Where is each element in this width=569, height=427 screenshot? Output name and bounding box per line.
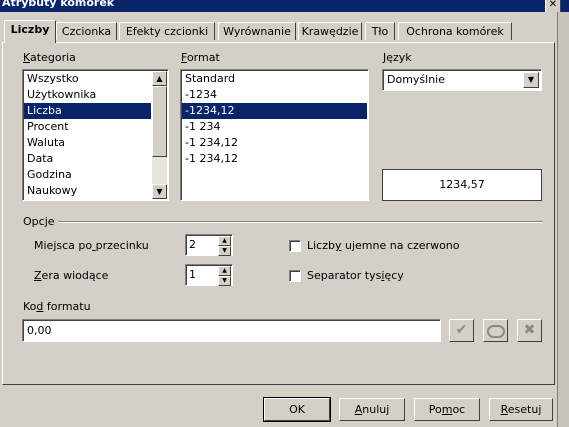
thousands-separator-label-a: Separator tys	[307, 269, 382, 282]
category-label-text: ategoria	[30, 51, 76, 64]
thousands-separator-checkbox[interactable]	[289, 270, 301, 282]
list-item[interactable]: Waluta	[24, 135, 151, 151]
leading-zeros-stepper[interactable]: 1 ▲ ▼	[185, 264, 233, 286]
negative-red-label-b: ujemne na czerwono	[341, 239, 460, 252]
tab-ochrona-komorek[interactable]: Ochrona komórek	[398, 22, 512, 40]
comment-icon	[486, 325, 505, 338]
format-code-input[interactable]: 0,00	[22, 319, 441, 342]
format-code-value: 0,00	[27, 324, 52, 337]
tab-liczby[interactable]: Liczby	[4, 20, 56, 43]
negative-red-label: Liczby ujemne na czerwono	[307, 239, 460, 252]
decimal-places-label: Miejsca po przecinku	[34, 239, 149, 252]
format-label: Format	[181, 51, 220, 64]
cancel-button[interactable]: Anuluj	[339, 398, 405, 421]
list-item[interactable]: -1 234,12	[182, 135, 367, 151]
reset-button-label: Resetuj	[500, 403, 542, 416]
tab-efekty-czcionki[interactable]: Efekty czcionki	[119, 22, 215, 40]
tab-krawedzie[interactable]: Krawędzie	[298, 22, 362, 40]
options-divider	[58, 221, 543, 223]
scroll-thumb[interactable]	[152, 86, 167, 157]
format-label-text: ormat	[186, 51, 220, 64]
thousands-separator-label: Separator tysięcy	[307, 269, 404, 282]
spin-up-icon[interactable]: ▲	[218, 236, 231, 246]
list-item[interactable]: Liczba	[24, 103, 151, 119]
negative-red-label-a: Liczb	[307, 239, 335, 252]
chevron-down-icon[interactable]: ▼	[523, 72, 539, 88]
close-icon: ✕	[548, 0, 558, 10]
leading-zeros-label-rest: era wiodące	[41, 269, 109, 282]
thousands-separator-label-b: ęcy	[384, 269, 404, 282]
list-item[interactable]: Wszystko	[24, 71, 151, 87]
format-code-label-b: formatu	[43, 300, 91, 313]
spin-up-icon[interactable]: ▲	[218, 266, 231, 276]
window-edge	[557, 12, 569, 427]
decimal-places-stepper[interactable]: 2 ▲ ▼	[185, 234, 233, 256]
format-preview: 1234,57	[382, 169, 542, 201]
category-list[interactable]: Wszystko Użytkownika Liczba Procent Walu…	[22, 69, 169, 201]
list-item[interactable]: -1 234,12	[182, 151, 367, 167]
list-item[interactable]: -1234,12	[182, 103, 367, 119]
close-button[interactable]: ✕	[545, 0, 561, 12]
help-button[interactable]: Pomoc	[414, 398, 480, 421]
leading-zeros-value: 1	[189, 268, 196, 281]
decimal-places-label-a: Miejsca po	[34, 239, 93, 252]
checkmark-icon: ✔	[455, 322, 468, 338]
negative-red-checkbox[interactable]	[289, 240, 301, 252]
reset-button[interactable]: Resetuj	[489, 398, 553, 421]
delete-button[interactable]: ✖	[517, 319, 542, 342]
title-bar: Atrybuty komórek ✕	[0, 0, 569, 12]
format-list[interactable]: Standard -1234 -1234,12 -1 234 -1 234,12…	[180, 69, 369, 201]
scroll-down-icon[interactable]: ▼	[152, 184, 167, 199]
spin-down-icon[interactable]: ▼	[218, 276, 231, 286]
spin-down-icon[interactable]: ▼	[218, 246, 231, 256]
decimal-places-value: 2	[189, 238, 196, 251]
list-item[interactable]: -1234	[182, 87, 367, 103]
list-item[interactable]: Użytkownika	[24, 87, 151, 103]
category-scrollbar[interactable]: ▲ ▼	[152, 71, 167, 199]
language-label: Język	[383, 51, 412, 64]
list-item[interactable]: Procent	[24, 119, 151, 135]
window-title: Atrybuty komórek	[2, 0, 115, 9]
list-item[interactable]: Godzina	[24, 167, 151, 183]
tab-czcionka[interactable]: Czcionka	[56, 22, 117, 40]
list-item[interactable]: Data	[24, 151, 151, 167]
scroll-up-icon[interactable]: ▲	[152, 71, 167, 86]
leading-zeros-label-u: Z	[34, 269, 42, 282]
delete-icon: ✖	[523, 322, 536, 338]
accept-button[interactable]: ✔	[449, 319, 474, 342]
list-item[interactable]: Naukowy	[24, 183, 151, 199]
list-item[interactable]: -1 234	[182, 119, 367, 135]
category-label: Kategoria	[23, 51, 76, 64]
language-value: Domyślnie	[387, 73, 446, 86]
language-label-rest: ęzyk	[386, 51, 412, 64]
language-select[interactable]: Domyślnie ▼	[382, 69, 542, 91]
format-code-label: Kod formatu	[23, 300, 91, 313]
format-code-label-a: Ko	[23, 300, 37, 313]
cancel-button-label: Anuluj	[354, 403, 390, 416]
list-item[interactable]: Standard	[182, 71, 367, 87]
options-label: Opcje	[23, 215, 55, 228]
decimal-places-label-b: przecinku	[95, 239, 149, 252]
help-button-label: Pomoc	[428, 403, 466, 416]
ok-button[interactable]: OK	[263, 397, 331, 422]
comment-button[interactable]	[483, 319, 508, 342]
tab-wyrownanie[interactable]: Wyrównanie	[218, 22, 296, 40]
tab-tlo[interactable]: Tło	[365, 22, 395, 40]
leading-zeros-label: Zera wiodące	[34, 269, 108, 282]
preview-value: 1234,57	[439, 178, 485, 191]
